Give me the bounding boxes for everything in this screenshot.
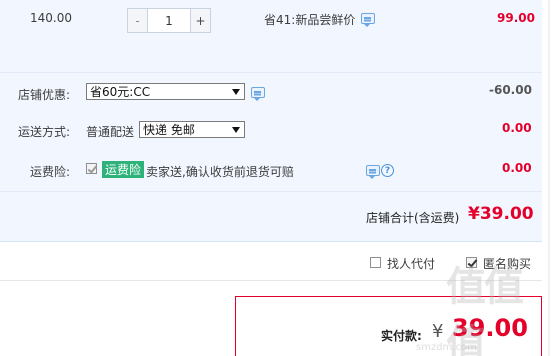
payment-label: 实付款:	[381, 329, 422, 343]
increase-quantity-button[interactable]: +	[190, 9, 210, 32]
shop-total-value: ¥39.00	[468, 204, 534, 224]
quantity-input[interactable]: 1	[148, 9, 190, 32]
shop-discount-select[interactable]: 省60元:CC	[86, 83, 245, 100]
order-panel	[0, 0, 542, 242]
item-subtotal: 99.00	[497, 11, 535, 25]
proxy-pay-checkbox[interactable]	[370, 257, 381, 268]
message-icon[interactable]	[366, 165, 380, 179]
chevron-down-icon	[232, 89, 240, 95]
shop-total-label: 店铺合计(含运费)	[366, 211, 460, 225]
shop-discount-amount: -60.00	[489, 83, 532, 97]
freight-insurance-description: 卖家送,确认收货前退货可赔	[146, 165, 294, 179]
freight-insurance-amount: 0.00	[502, 161, 532, 175]
shipping-method: 普通配送	[86, 125, 135, 139]
shop-discount-selected: 省60元:CC	[90, 85, 151, 99]
help-icon[interactable]: ?	[381, 164, 394, 177]
freight-insurance-checkbox	[86, 163, 97, 174]
shipping-select[interactable]: 快递 免邮	[139, 121, 245, 138]
unit-price: 140.00	[30, 11, 72, 25]
shipping-amount: 0.00	[502, 121, 532, 135]
message-icon[interactable]	[361, 13, 375, 27]
anonymous-purchase-label[interactable]: 匿名购买	[483, 255, 531, 272]
scrollbar-track[interactable]	[548, 0, 550, 356]
divider	[0, 72, 542, 73]
message-icon[interactable]	[251, 87, 265, 101]
shipping-selected: 快递 免邮	[143, 123, 195, 137]
shipping-label: 运送方式:	[18, 125, 71, 139]
freight-insurance-tag: 运费险	[102, 161, 145, 178]
proxy-pay-label[interactable]: 找人代付	[387, 255, 435, 272]
anonymous-purchase-checkbox[interactable]	[466, 257, 477, 268]
decrease-quantity-button[interactable]: -	[128, 9, 148, 32]
divider	[0, 280, 542, 281]
chevron-down-icon	[232, 127, 240, 133]
payment-value: 39.00	[452, 314, 528, 342]
freight-insurance-label: 运费险:	[30, 165, 71, 179]
shop-discount-label: 店铺优惠:	[18, 88, 71, 102]
quantity-stepper[interactable]: - 1 +	[127, 8, 211, 33]
payment-currency: ¥	[432, 321, 444, 342]
divider	[0, 191, 542, 192]
promotion-text: 省41:新品尝鲜价	[264, 13, 356, 27]
